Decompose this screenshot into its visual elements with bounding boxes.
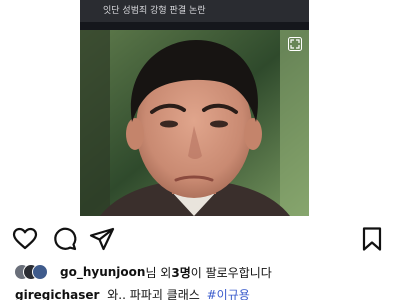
expand-icon[interactable]: [288, 37, 302, 51]
news-caption-bar: 잇단 성범죄 강형 판결 논란: [80, 0, 309, 22]
post-media[interactable]: 잇단 성범죄 강형 판결 논란: [0, 0, 400, 216]
heart-icon[interactable]: [12, 225, 38, 253]
caption-text: 와.. 파파괴 클래스: [107, 288, 200, 300]
post-action-bar: [0, 225, 400, 255]
caption-username[interactable]: giregichaser: [15, 288, 99, 300]
liked-by-text-end: 이 팔로우합니다: [190, 265, 272, 280]
bookmark-icon[interactable]: [359, 225, 385, 253]
share-icon[interactable]: [89, 225, 115, 253]
liker-avatars[interactable]: [14, 264, 54, 280]
liked-by-username[interactable]: go_hyunjoon: [60, 265, 145, 279]
post-caption: giregichaser 와.. 파파괴 클래스 #이규용: [15, 286, 250, 300]
liked-by-text-mid: 님 외: [145, 265, 172, 280]
news-photo: [80, 30, 309, 216]
comment-icon[interactable]: [52, 225, 78, 253]
avatar: [32, 264, 48, 280]
caption-hashtag[interactable]: #이규용: [207, 288, 250, 300]
instagram-post-screen: 잇단 성범죄 강형 판결 논란 go_hyunjoon 님 외 3명 이 팔로우…: [0, 0, 400, 300]
liked-by-line[interactable]: go_hyunjoon 님 외 3명 이 팔로우합니다: [14, 262, 272, 282]
liked-by-count[interactable]: 3명: [171, 264, 190, 281]
news-card: 잇단 성범죄 강형 판결 논란: [80, 0, 309, 216]
news-caption-text: 잇단 성범죄 강형 판결 논란: [103, 6, 206, 16]
